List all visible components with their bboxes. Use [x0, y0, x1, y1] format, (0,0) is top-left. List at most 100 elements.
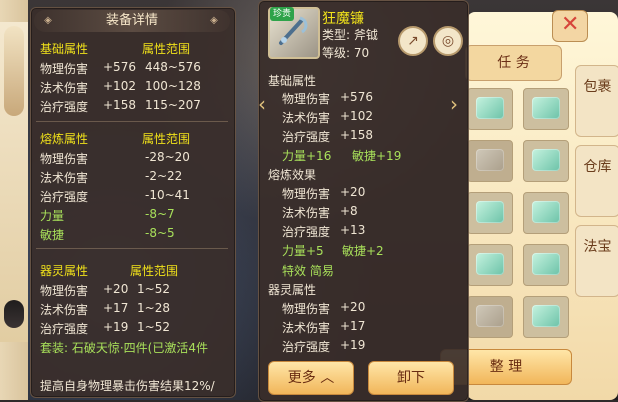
spirit-row-heal: 治疗强度 +19 1~52: [40, 320, 170, 337]
item-base-bonus-agility: 敏捷+19: [352, 149, 402, 163]
inventory-slot[interactable]: [467, 296, 513, 338]
attr-value: +20: [340, 300, 366, 314]
inventory-slot[interactable]: [523, 244, 569, 286]
attr-value: +19: [103, 320, 129, 334]
item-spirit-row: 物理伤害 +20: [282, 300, 365, 317]
tab-warehouse[interactable]: 仓库: [575, 145, 618, 217]
more-button[interactable]: 更多 ︿: [268, 361, 354, 395]
attr-range: -28~20: [145, 150, 190, 164]
attr-range: -8~7: [145, 207, 175, 221]
tab-treasure-label: 法宝: [583, 239, 612, 255]
attr-range: 115~207: [145, 98, 201, 112]
attr-name: 治疗强度: [40, 190, 89, 204]
attr-value: +17: [340, 319, 366, 333]
share-button[interactable]: ↗: [398, 26, 428, 56]
smelt-row-magic: 法术伤害 -2~22: [40, 169, 182, 186]
attr-value: +13: [340, 223, 366, 237]
attr-name: 法术伤害: [282, 111, 331, 125]
set-effect-line: 提高自身物理暴击伤害结果12%/: [40, 379, 215, 393]
item-base-row: 治疗强度 +158: [282, 128, 373, 145]
attr-range: -10~41: [145, 188, 190, 202]
inventory-slot[interactable]: [467, 88, 513, 130]
inventory-slot[interactable]: [467, 244, 513, 286]
spirit-row-magic: 法术伤害 +17 1~28: [40, 301, 170, 318]
attr-name: 力量: [40, 209, 65, 223]
scythe-icon: [279, 16, 308, 45]
attr-range: 1~28: [137, 301, 170, 315]
base-range-title: 属性范围: [142, 42, 191, 56]
attr-name: 治疗强度: [40, 100, 89, 114]
item-name: 狂魔镰: [322, 11, 364, 27]
item-smelt-row: 法术伤害 +8: [282, 204, 358, 221]
item-type: 类型: 斧钺: [322, 28, 378, 42]
tab-treasure[interactable]: 法宝: [575, 225, 618, 297]
attr-value: +8: [340, 204, 358, 218]
attr-value: +20: [340, 185, 366, 199]
smelt-attr-title: 熔炼属性: [40, 132, 89, 146]
inventory-slot[interactable]: [523, 296, 569, 338]
attr-name: 法术伤害: [40, 81, 89, 95]
title-ornament-left-icon: ◈: [44, 15, 52, 26]
chevron-left-icon[interactable]: ‹: [258, 92, 266, 116]
attr-name: 物理伤害: [282, 302, 331, 316]
unequip-button[interactable]: 卸下: [368, 361, 454, 395]
attr-value: +102: [103, 79, 136, 93]
share-icon: ↗: [407, 33, 419, 49]
base-row-magic: 法术伤害 +102 100~128: [40, 79, 201, 96]
smelt-range-title: 属性范围: [142, 132, 191, 146]
chevron-right-icon[interactable]: ›: [450, 92, 458, 116]
inventory-slot[interactable]: [467, 140, 513, 182]
attr-name: 治疗强度: [282, 130, 331, 144]
item-smelt-row: 物理伤害 +20: [282, 185, 365, 202]
item-special-effect: 特效 简易: [282, 264, 334, 278]
attr-range: -8~5: [145, 226, 175, 240]
smelt-row-heal: 治疗强度 -10~41: [40, 188, 190, 205]
smelt-row-strength: 力量 -8~7: [40, 207, 175, 224]
attr-name: 物理伤害: [282, 92, 331, 106]
inventory-slot[interactable]: [523, 140, 569, 182]
tab-warehouse-label: 仓库: [583, 159, 612, 175]
attr-name: 法术伤害: [40, 171, 89, 185]
attr-value: +19: [340, 338, 366, 352]
inventory-slot[interactable]: [523, 88, 569, 130]
attr-range: 100~128: [145, 79, 201, 93]
inventory-grid: [467, 88, 571, 348]
item-smelt-title: 熔炼效果: [268, 168, 317, 182]
attr-name: 治疗强度: [40, 322, 89, 336]
base-attr-title: 基础属性: [40, 42, 89, 56]
tab-bag-label: 包裹: [583, 79, 612, 95]
item-base-row: 法术伤害 +102: [282, 109, 373, 126]
item-spirit-title: 器灵属性: [268, 283, 317, 297]
base-row-physical: 物理伤害 +576 448~576: [40, 60, 201, 77]
attr-name: 法术伤害: [282, 321, 331, 335]
attr-name: 法术伤害: [40, 303, 89, 317]
item-base-row: 物理伤害 +576: [282, 90, 373, 107]
attr-value: +158: [340, 128, 373, 142]
inventory-slot[interactable]: [467, 192, 513, 234]
spirit-range-title: 属性范围: [130, 264, 179, 278]
close-button[interactable]: [552, 10, 588, 42]
spirit-row-physical: 物理伤害 +20 1~52: [40, 282, 170, 299]
voice-button[interactable]: [4, 300, 24, 328]
attr-name: 法术伤害: [282, 206, 331, 220]
attr-range: 1~52: [137, 282, 170, 296]
item-smelt-row: 治疗强度 +13: [282, 223, 365, 240]
attr-name: 物理伤害: [40, 284, 89, 298]
base-row-heal: 治疗强度 +158 115~207: [40, 98, 201, 115]
attr-value: +102: [340, 109, 373, 123]
left-scroll-cap: [4, 26, 24, 116]
attr-value: +576: [340, 90, 373, 104]
attr-value: +20: [103, 282, 129, 296]
inventory-slot[interactable]: [523, 192, 569, 234]
item-smelt-bonus-agility: 敏捷+2: [342, 244, 384, 258]
smelt-row-agility: 敏捷 -8~5: [40, 226, 175, 243]
attr-value: +576: [103, 60, 136, 74]
tab-bag[interactable]: 包裹: [575, 65, 618, 137]
set-bonus-line: 套装: 石破天惊·四件(已激活4件: [40, 341, 208, 355]
task-button[interactable]: 任 务: [465, 45, 562, 81]
lock-button[interactable]: ◎: [433, 26, 463, 56]
smelt-row-physical: 物理伤害 -28~20: [40, 150, 190, 167]
spirit-attr-title: 器灵属性: [40, 264, 89, 278]
item-level: 等级: 70: [322, 46, 370, 60]
attr-value: +158: [103, 98, 136, 112]
